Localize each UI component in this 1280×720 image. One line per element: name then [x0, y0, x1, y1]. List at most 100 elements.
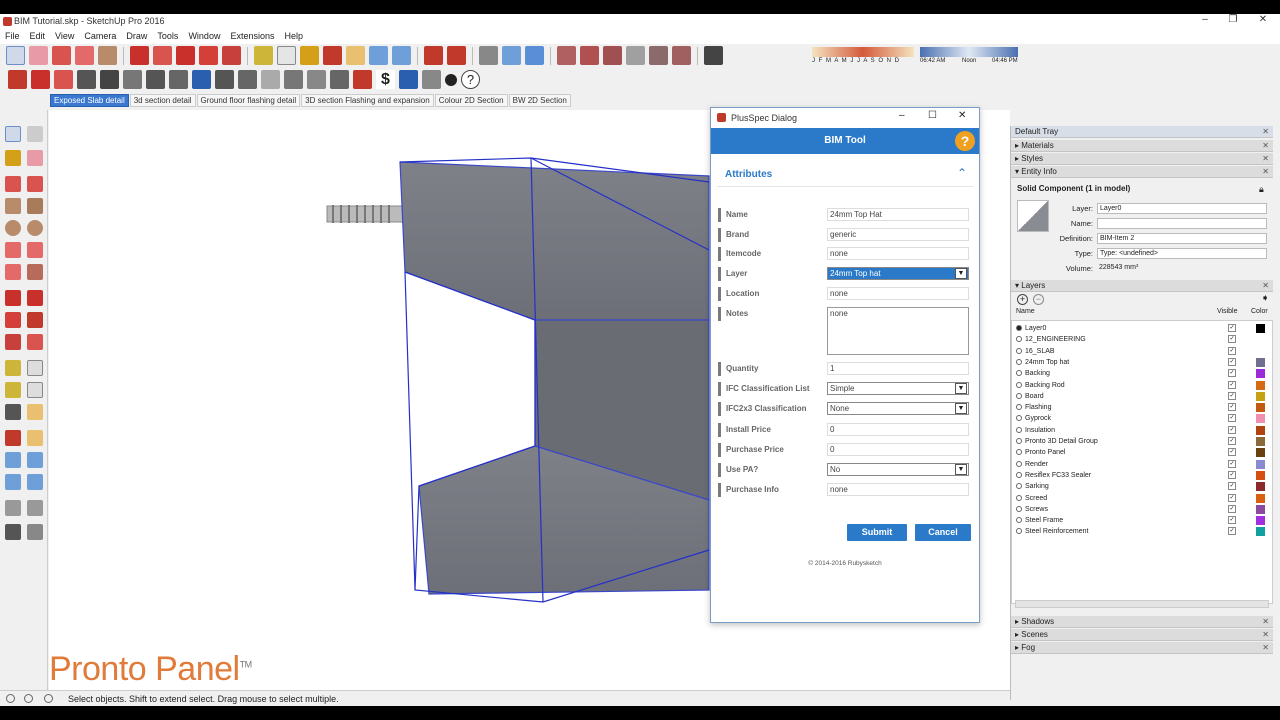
visible-checkbox[interactable]: ✓: [1228, 504, 1236, 513]
menu-view[interactable]: View: [50, 30, 79, 42]
rectangle-icon[interactable]: [5, 198, 21, 214]
window-tool-icon[interactable]: [100, 70, 119, 89]
layer-color-swatch[interactable]: [1256, 380, 1265, 390]
block-tool-icon[interactable]: [330, 70, 349, 89]
layers-col-name[interactable]: Name: [1016, 308, 1035, 315]
dialog-close-button[interactable]: ✕: [958, 110, 966, 121]
two-point-arc-icon[interactable]: [27, 242, 43, 258]
monochrome-icon[interactable]: [626, 46, 645, 65]
materials-panel-header[interactable]: ▸ Materials ✕: [1011, 140, 1273, 152]
tab-colour-2d-section[interactable]: Colour 2D Section: [434, 94, 508, 107]
definition-field[interactable]: BIM-Item 2: [1097, 233, 1267, 244]
tray-close-icon[interactable]: ✕: [1262, 126, 1269, 138]
layer-select[interactable]: Layer0: [1097, 203, 1267, 214]
scenes-panel-header[interactable]: ▸ Scenes ✕: [1011, 629, 1273, 641]
offset-icon[interactable]: [153, 46, 172, 65]
layer-color-swatch[interactable]: [1256, 516, 1265, 526]
layers-col-visible[interactable]: Visible: [1217, 308, 1238, 315]
active-layer-radio[interactable]: [1016, 392, 1022, 399]
top-view-icon[interactable]: [672, 46, 691, 65]
layers-scrollbar[interactable]: [1015, 600, 1269, 608]
visible-checkbox[interactable]: ✓: [1228, 516, 1236, 525]
close-window-button[interactable]: ✕: [1248, 14, 1278, 28]
layer-color-swatch[interactable]: [1256, 527, 1265, 537]
layer-row[interactable]: Layer0 ✓: [1016, 323, 1270, 334]
landscape-tool-icon[interactable]: [284, 70, 303, 89]
back-edges-icon[interactable]: [502, 46, 521, 65]
help-question-icon[interactable]: ?: [461, 70, 480, 89]
menu-extensions[interactable]: Extensions: [225, 30, 279, 42]
zoom-icon[interactable]: [5, 452, 21, 468]
push-pull-icon[interactable]: [27, 290, 43, 306]
visible-checkbox[interactable]: ✓: [1228, 448, 1236, 457]
push-pull-icon[interactable]: [130, 46, 149, 65]
menu-tools[interactable]: Tools: [152, 30, 183, 42]
shadow-time-slider[interactable]: [920, 47, 1018, 57]
layer-color-swatch[interactable]: [1256, 459, 1265, 469]
circle-icon[interactable]: [5, 220, 21, 236]
dialog-maximize-button[interactable]: ☐: [928, 110, 937, 121]
layer-row[interactable]: Resiflex FC33 Sealer ✓: [1016, 470, 1270, 481]
visible-checkbox[interactable]: ✓: [1228, 482, 1236, 491]
roof-tool-icon[interactable]: [215, 70, 234, 89]
field-dropdown[interactable]: 24mm Top hat ▼: [827, 267, 969, 280]
shadows-close-icon[interactable]: ✕: [1262, 616, 1269, 628]
rotate-icon[interactable]: [199, 46, 218, 65]
pan-icon[interactable]: [346, 46, 365, 65]
active-layer-radio[interactable]: [1016, 505, 1022, 512]
field-dropdown[interactable]: Simple ▼: [827, 382, 969, 395]
pan-icon[interactable]: [27, 430, 43, 446]
layers-col-color[interactable]: Color: [1251, 308, 1268, 315]
cancel-button[interactable]: Cancel: [915, 524, 971, 541]
fog-close-icon[interactable]: ✕: [1262, 642, 1269, 654]
dollar-icon[interactable]: $: [376, 70, 395, 89]
notes-textarea[interactable]: none: [827, 307, 969, 355]
rotate-icon[interactable]: [5, 312, 21, 328]
menu-window[interactable]: Window: [183, 30, 225, 42]
layer-row[interactable]: Flashing ✓: [1016, 402, 1270, 413]
entity-info-close-icon[interactable]: ✕: [1262, 166, 1269, 178]
visible-checkbox[interactable]: ✓: [1228, 324, 1236, 332]
active-layer-radio[interactable]: [1016, 336, 1022, 343]
layer-row[interactable]: Steel Reinforcement ✓: [1016, 526, 1270, 537]
visible-checkbox[interactable]: ✓: [1228, 369, 1236, 378]
eraser-icon[interactable]: [27, 150, 43, 166]
layer-row[interactable]: Screed ✓: [1016, 493, 1270, 504]
scale-icon[interactable]: [222, 46, 241, 65]
layer-color-swatch[interactable]: [1256, 425, 1265, 435]
visible-checkbox[interactable]: ✓: [1228, 335, 1236, 344]
offset-icon[interactable]: [27, 334, 43, 350]
active-layer-radio[interactable]: [1016, 494, 1022, 501]
warehouse-icon[interactable]: [424, 46, 443, 65]
active-layer-radio[interactable]: [1016, 347, 1022, 354]
shadows-panel-header[interactable]: ▸ Shadows ✕: [1011, 616, 1273, 628]
layer-row[interactable]: 24mm Top hat ✓: [1016, 357, 1270, 368]
menu-file[interactable]: File: [0, 30, 25, 42]
select-icon[interactable]: [5, 126, 21, 142]
footprints-icon[interactable]: [5, 524, 21, 540]
rotated-rectangle-icon[interactable]: [27, 198, 43, 214]
beam-tool-icon[interactable]: [169, 70, 188, 89]
iso-view-icon[interactable]: [649, 46, 668, 65]
layer-color-swatch[interactable]: [1256, 414, 1265, 424]
furniture-tool-icon[interactable]: [307, 70, 326, 89]
active-layer-radio[interactable]: [1016, 325, 1022, 331]
credits-icon[interactable]: [24, 694, 33, 703]
maximize-button[interactable]: ❐: [1218, 14, 1248, 28]
walk-icon[interactable]: [5, 500, 21, 516]
active-layer-radio[interactable]: [1016, 426, 1022, 433]
three-point-arc-icon[interactable]: [5, 264, 21, 280]
visible-checkbox[interactable]: ✓: [1228, 357, 1236, 366]
active-layer-radio[interactable]: [1016, 528, 1022, 535]
zoom-icon[interactable]: [369, 46, 388, 65]
field-input[interactable]: 24mm Top Hat: [827, 208, 969, 221]
layer-details-icon[interactable]: ➧: [1261, 293, 1269, 304]
layer-row[interactable]: Backing Rod ✓: [1016, 380, 1270, 391]
layer-color-swatch[interactable]: [1256, 504, 1265, 514]
layer-color-swatch[interactable]: [1256, 369, 1265, 379]
layer-row[interactable]: 12_ENGINEERING ✓: [1016, 334, 1270, 345]
component-icon[interactable]: [27, 126, 43, 142]
layer-row[interactable]: Screws ✓: [1016, 504, 1270, 515]
pencil-icon[interactable]: [52, 46, 71, 65]
active-layer-radio[interactable]: [1016, 370, 1022, 377]
